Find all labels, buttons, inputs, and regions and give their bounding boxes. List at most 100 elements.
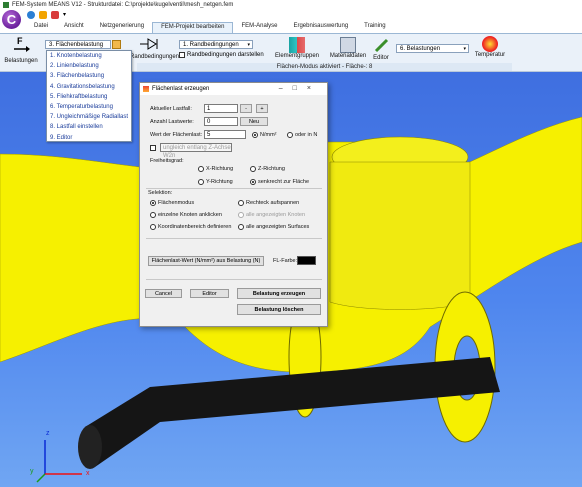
loadcase-count-field[interactable]: 0 bbox=[204, 117, 238, 126]
delete-load-button[interactable]: Belastung löschen bbox=[237, 304, 321, 315]
selector-label: Selektion: bbox=[148, 190, 173, 196]
boundary-combo[interactable]: 1. Randbedingungen ▾ bbox=[179, 40, 253, 49]
window-controls: –□× bbox=[279, 83, 321, 95]
element-groups-label: Elementgruppen bbox=[274, 53, 320, 59]
new-button[interactable]: Neu bbox=[240, 117, 268, 126]
z-axis-label: z bbox=[46, 430, 50, 437]
temperature-button[interactable]: Temperatur bbox=[472, 36, 508, 58]
ribbon-tabs: Datei Ansicht Netzgenerierung FEM-Projek… bbox=[26, 22, 394, 33]
cancel-button[interactable]: Cancel bbox=[145, 289, 182, 298]
tab-ergebnisauswertung[interactable]: Ergebnisauswertung bbox=[285, 22, 356, 33]
current-loadcase-field[interactable]: 1 bbox=[204, 104, 238, 113]
close-icon[interactable]: × bbox=[307, 85, 321, 92]
surface-load-field[interactable]: 5 bbox=[204, 130, 246, 139]
load-from-force-button[interactable]: Flächenlast-Wert (N/mm²) aus Belastung (… bbox=[148, 256, 264, 266]
sel-coord-range-radio[interactable] bbox=[150, 224, 156, 230]
editor-button[interactable]: Editor bbox=[190, 289, 229, 298]
boundary-show-label: Randbedingungen darstellen bbox=[187, 52, 264, 58]
sel-rect-label: Rechteck aufspannen bbox=[246, 200, 300, 206]
loadcase-minus-button[interactable]: - bbox=[240, 104, 252, 113]
list-item[interactable]: 1. Knotenbelastung bbox=[47, 51, 131, 61]
editor-ribbon-button[interactable]: Editor bbox=[370, 37, 392, 61]
divider bbox=[146, 238, 322, 239]
mail-icon[interactable] bbox=[51, 11, 59, 19]
dof-normal-radio[interactable] bbox=[250, 179, 256, 185]
element-groups-icon bbox=[289, 37, 305, 53]
list-item[interactable]: 4. Gravitationsbelastung bbox=[47, 82, 131, 92]
pencil-icon bbox=[374, 38, 389, 53]
tab-ansicht[interactable]: Ansicht bbox=[56, 22, 92, 33]
lightbulb-icon[interactable] bbox=[39, 11, 47, 19]
load-type-combo[interactable]: 3. Flächenbelastung bbox=[45, 40, 111, 49]
editor-ribbon-label: Editor bbox=[373, 55, 389, 61]
y-axis bbox=[36, 473, 46, 483]
app-logo[interactable]: C bbox=[2, 10, 21, 29]
maximize-icon[interactable]: □ bbox=[293, 85, 307, 92]
tab-fem-projekt-bearbeiten[interactable]: FEM-Projekt bearbeiten bbox=[152, 22, 234, 33]
list-item[interactable]: 2. Linienbelastung bbox=[47, 61, 131, 71]
chevron-down-icon: ▾ bbox=[247, 42, 250, 48]
tab-datei[interactable]: Datei bbox=[26, 22, 56, 33]
sel-rect-radio[interactable] bbox=[238, 200, 244, 206]
list-item[interactable]: 9. Editor bbox=[47, 133, 131, 143]
loadcase-combo[interactable]: 6. Belastungen ▾ bbox=[396, 44, 469, 53]
loadcase-plus-button[interactable]: + bbox=[256, 104, 268, 113]
tab-training[interactable]: Training bbox=[356, 22, 393, 33]
dof-x-label: X-Richtung bbox=[206, 166, 234, 172]
loadcase-combo-value: 6. Belastungen bbox=[400, 46, 441, 52]
current-loadcase-label: Aktueller Lastfall: bbox=[150, 106, 192, 112]
load-type-dropdown-list: 1. Knotenbelastung 2. Linienbelastung 3.… bbox=[46, 50, 132, 142]
dialog-app-icon bbox=[143, 86, 149, 92]
color-swatch[interactable] bbox=[297, 256, 316, 265]
dof-z-radio[interactable] bbox=[250, 166, 256, 172]
unit-nmm2-radio[interactable] bbox=[252, 132, 258, 138]
sel-all-nodes-radio[interactable] bbox=[238, 212, 244, 218]
dof-label: Freiheitsgrad: bbox=[150, 158, 184, 164]
dof-x-radio[interactable] bbox=[198, 166, 204, 172]
material-label: Materialdaten bbox=[329, 53, 367, 59]
divider bbox=[146, 279, 322, 280]
unit-nmm2-label: N/mm² bbox=[260, 132, 277, 138]
list-item[interactable]: 3. Flächenbelastung bbox=[47, 71, 131, 81]
qat-dropdown-icon[interactable]: ▾ bbox=[63, 11, 69, 19]
minimize-icon[interactable]: – bbox=[279, 85, 293, 92]
color-label: FL-Farbe: bbox=[273, 258, 298, 264]
chevron-down-icon: ▾ bbox=[463, 46, 466, 52]
sel-surface-mode-radio[interactable] bbox=[150, 200, 156, 206]
dialog-title: Flächenlast erzeugen bbox=[152, 86, 210, 92]
boundary-label: Randbedingungen bbox=[130, 54, 180, 60]
dof-y-radio[interactable] bbox=[198, 179, 204, 185]
loads-label: Belastungen bbox=[4, 58, 38, 64]
list-item[interactable]: 7. Ungleichmäßige Radiallast bbox=[47, 112, 131, 122]
quick-access-toolbar: ▾ bbox=[27, 11, 69, 19]
boundary-icon[interactable] bbox=[140, 38, 160, 52]
element-groups-button[interactable]: Elementgruppen bbox=[272, 37, 322, 59]
surface-load-label: Wert der Flächenlast: bbox=[150, 132, 203, 138]
uneven-combo[interactable]: ungleich entlang Z-Achse W2n bbox=[160, 143, 232, 159]
list-item[interactable]: 6. Temperaturbelastung bbox=[47, 102, 131, 112]
temperature-label: Temperatur bbox=[474, 52, 506, 58]
dof-z-label: Z-Richtung bbox=[258, 166, 285, 172]
load-type-dropdown-button[interactable] bbox=[112, 40, 121, 49]
app-mini-icon bbox=[3, 1, 9, 8]
create-load-button[interactable]: Belastung erzeugen bbox=[237, 288, 321, 299]
tab-fem-analyse[interactable]: FEM-Analyse bbox=[233, 22, 285, 33]
help-icon[interactable] bbox=[27, 11, 35, 19]
list-item[interactable]: 8. Lastfall einstellen bbox=[47, 122, 131, 132]
boundary-show-checkbox[interactable] bbox=[179, 52, 185, 58]
sel-all-surfaces-label: alle angezeigten Surfaces bbox=[246, 224, 310, 230]
sel-all-surfaces-radio[interactable] bbox=[238, 224, 244, 230]
sun-icon bbox=[482, 36, 498, 52]
material-button[interactable]: Materialdaten bbox=[326, 37, 370, 59]
tab-netzgenerierung[interactable]: Netzgenerierung bbox=[92, 22, 152, 33]
loads-button[interactable]: F Belastungen bbox=[4, 36, 38, 64]
mode-status-bar: Flächen-Modus aktiviert - Fläche-: 8 bbox=[137, 63, 512, 71]
window-title-bar: FEM-System MEANS V12 - Strukturdatei: C:… bbox=[0, 0, 582, 9]
unit-n-radio[interactable] bbox=[287, 132, 293, 138]
surface-load-dialog: Flächenlast erzeugen –□× Aktueller Lastf… bbox=[139, 82, 328, 327]
force-arrow-icon: F bbox=[14, 36, 30, 52]
material-icon bbox=[340, 37, 356, 53]
uneven-checkbox[interactable] bbox=[150, 145, 156, 151]
list-item[interactable]: 5. Fliehkraftbelastung bbox=[47, 92, 131, 102]
sel-single-nodes-radio[interactable] bbox=[150, 212, 156, 218]
